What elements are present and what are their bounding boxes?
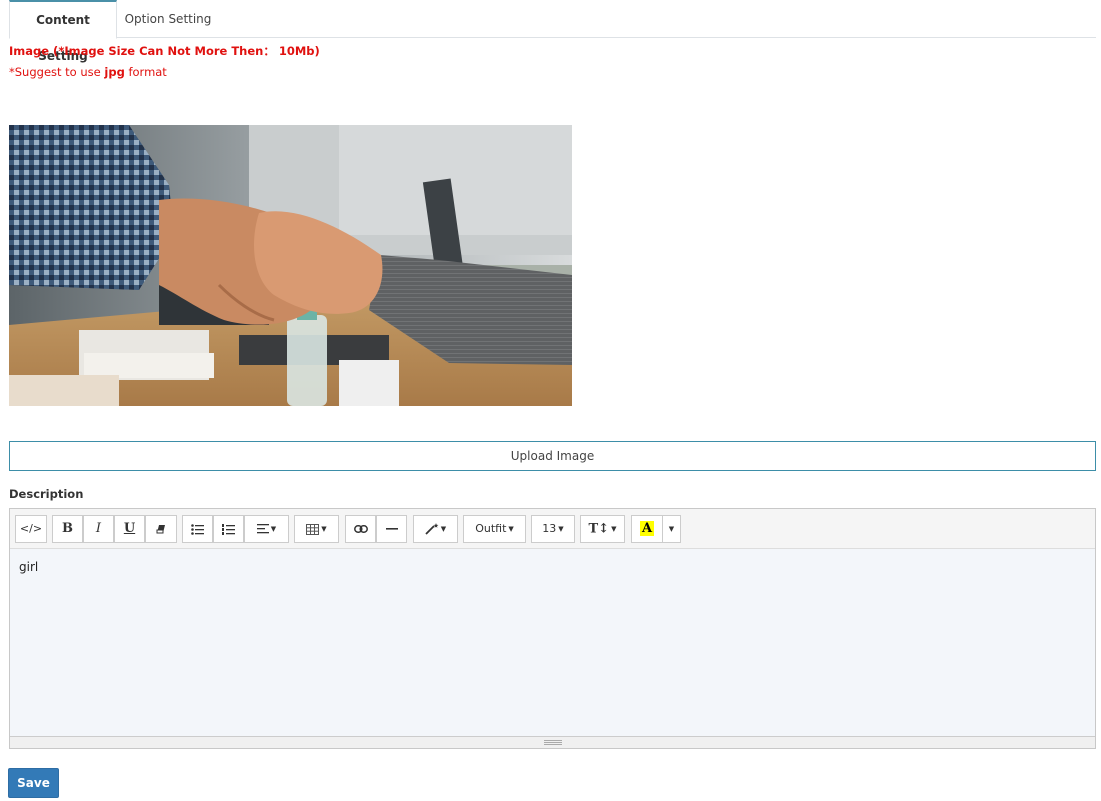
image-size-warning: Image (*Image Size Can Not More Then： 10… [9,44,320,58]
editor-resize-handle[interactable] [10,736,1095,748]
underline-button[interactable]: U [114,515,145,543]
magic-wand-icon [425,523,439,535]
tab-option-setting[interactable]: Option Setting [117,0,219,38]
italic-button[interactable]: I [83,515,114,543]
link-icon [353,525,368,533]
ordered-list-icon [222,523,235,535]
unordered-list-button[interactable] [182,515,213,543]
chevron-down-icon: ▼ [508,525,514,533]
font-family-value: Outfit [475,522,507,535]
horizontal-rule-button[interactable] [376,515,407,543]
format-hint: *Suggest to use jpg format [9,65,167,79]
italic-icon: I [95,521,102,536]
bold-button[interactable]: B [52,515,83,543]
editor-toolbar: </> B I U ▼ ▼ ▼ Outfit ▼ 13 ▼ T↕ ▼ A ▼ [10,509,1095,549]
line-height-icon: T↕ [588,521,610,537]
font-family-dropdown[interactable]: Outfit ▼ [463,515,526,543]
upload-image-button[interactable]: Upload Image [9,441,1096,471]
code-view-button[interactable]: </> [15,515,47,543]
chevron-down-icon: ▼ [321,525,327,533]
table-dropdown[interactable]: ▼ [294,515,339,543]
line-height-dropdown[interactable]: T↕ ▼ [580,515,625,543]
tab-bar: Content Setting Option Setting [9,0,1096,63]
format-hint-suffix: format [124,65,167,79]
format-hint-prefix: *Suggest to use [9,65,105,79]
resize-grip-icon [544,740,562,745]
paragraph-align-dropdown[interactable]: ▼ [244,515,289,543]
save-button[interactable]: Save [8,768,59,798]
chevron-down-icon: ▼ [270,525,277,533]
text-color-dropdown[interactable]: ▼ [662,515,681,543]
underline-icon: U [123,521,136,536]
chevron-down-icon: ▼ [558,525,564,533]
clear-format-button[interactable] [145,515,177,543]
magic-style-dropdown[interactable]: ▼ [413,515,458,543]
ordered-list-button[interactable] [213,515,244,543]
editor-content-area[interactable]: girl [10,549,1095,736]
format-hint-format: jpg [104,65,125,79]
unordered-list-icon [191,523,204,535]
eraser-icon [156,525,165,534]
text-color-icon: A [639,521,655,536]
description-label: Description [9,487,84,501]
uploaded-image-preview [9,125,572,406]
align-left-icon [256,524,269,534]
chevron-down-icon: ▼ [440,525,447,533]
code-view-icon: </> [19,522,43,535]
horizontal-rule-icon [385,528,398,530]
table-icon [306,523,320,535]
tab-content-setting[interactable]: Content Setting [9,0,117,63]
text-color-button[interactable]: A [631,515,663,543]
link-button[interactable] [345,515,376,543]
font-size-value: 13 [542,522,557,535]
chevron-down-icon: ▼ [668,525,675,533]
font-size-dropdown[interactable]: 13 ▼ [531,515,575,543]
bold-icon: B [62,521,73,536]
description-editor: </> B I U ▼ ▼ ▼ Outfit ▼ 13 ▼ T↕ ▼ A ▼ g… [9,508,1096,749]
chevron-down-icon: ▼ [611,524,617,533]
